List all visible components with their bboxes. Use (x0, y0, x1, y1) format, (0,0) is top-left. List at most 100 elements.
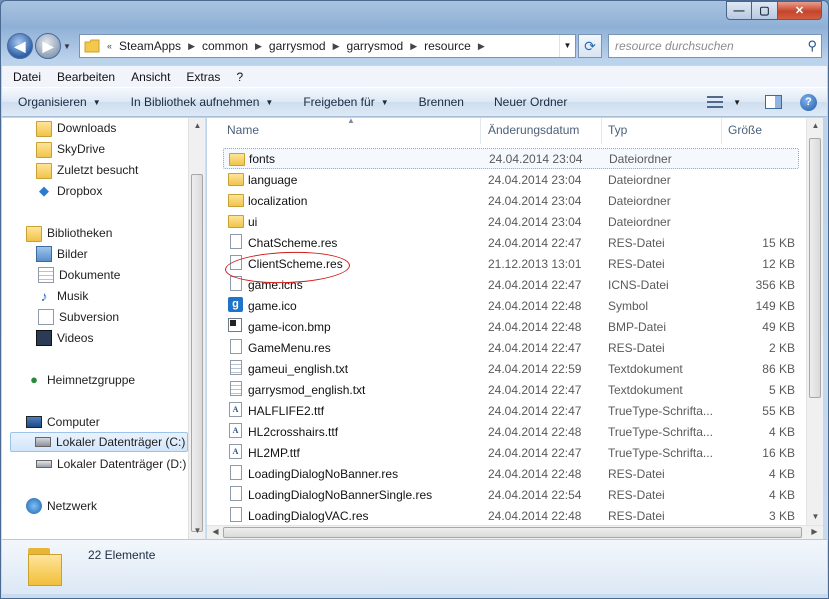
search-input[interactable]: resource durchsuchen ⚲ (608, 34, 822, 58)
menu-ansicht[interactable]: Ansicht (123, 70, 178, 84)
preview-pane-icon[interactable] (765, 95, 782, 109)
organize-button[interactable]: Organisieren ▼ (18, 95, 101, 109)
nav-recent[interactable]: Zuletzt besucht (36, 160, 138, 180)
computer-icon (26, 416, 42, 428)
file-row[interactable]: localization 24.04.2014 23:04 Dateiordner (223, 190, 799, 211)
breadcrumb-common[interactable]: common ▶ (202, 39, 269, 53)
breadcrumb-garrysmod[interactable]: garrysmod ▶ (269, 39, 347, 53)
nav-computer[interactable]: Computer (26, 412, 100, 432)
nav-homegroup[interactable]: ● Heimnetzgruppe (26, 370, 135, 390)
back-button[interactable]: ◀ (7, 33, 33, 59)
forward-button[interactable]: ▶ (35, 33, 61, 59)
scroll-down-icon[interactable]: ▼ (807, 509, 824, 525)
breadcrumb-resource[interactable]: resource ▶ (424, 39, 492, 53)
menu-extras[interactable]: Extras (178, 70, 228, 84)
nav-drive-c[interactable]: Lokaler Datenträger (C:) (10, 432, 188, 452)
maximize-button[interactable]: ▢ (752, 1, 778, 20)
menu-datei[interactable]: Datei (5, 70, 49, 84)
column-type[interactable]: Typ (608, 123, 627, 137)
nav-documents[interactable]: Dokumente (36, 265, 120, 285)
column-date[interactable]: Änderungsdatum (488, 123, 579, 137)
navigation-pane: Downloads SkyDrive Zuletzt besucht ◆ Drop… (2, 118, 206, 539)
downloads-folder-icon (36, 121, 52, 137)
recent-pages-dropdown[interactable]: ▼ (63, 42, 75, 51)
file-row[interactable]: ChatScheme.res 24.04.2014 22:47 RES-Datei 1… (223, 232, 799, 253)
search-icon[interactable]: ⚲ (807, 38, 817, 54)
nav-drive-d[interactable]: Lokaler Datenträger (D:) (36, 454, 186, 474)
file-row[interactable]: fonts 24.04.2014 23:04 Dateiordner (223, 148, 799, 169)
document-icon (228, 339, 244, 355)
file-row[interactable]: A HL2crosshairs.ttf 24.04.2014 22:48 TrueTy… (223, 421, 799, 442)
share-button[interactable]: Freigeben für ▼ (303, 95, 388, 109)
scroll-right-icon[interactable]: ▶ (806, 525, 823, 539)
file-row[interactable]: LoadingDialogNoBannerSingle.res 24.04.201… (223, 484, 799, 505)
burn-button[interactable]: Brennen (419, 95, 464, 109)
view-options-icon[interactable] (707, 96, 724, 108)
file-row[interactable]: A HALFLIFE2.ttf 24.04.2014 22:47 TrueType-S… (223, 400, 799, 421)
column-name[interactable]: Name (227, 123, 259, 137)
file-size: 16 KB (762, 445, 795, 460)
file-row[interactable]: gameui_english.txt 24.04.2014 22:59 Textdo… (223, 358, 799, 379)
view-dropdown-icon[interactable]: ▼ (733, 98, 741, 107)
scroll-thumb[interactable] (809, 138, 821, 398)
nav-downloads[interactable]: Downloads (36, 118, 116, 138)
gmod-icon: g (228, 297, 244, 313)
nav-subversion[interactable]: Subversion (36, 307, 119, 327)
file-row[interactable]: g game.ico 24.04.2014 22:48 Symbol 149 KB (223, 295, 799, 316)
file-row[interactable]: ClientScheme.res 21.12.2013 13:01 RES-Date… (223, 253, 799, 274)
file-date: 24.04.2014 22:48 (488, 298, 582, 313)
help-icon[interactable]: ? (800, 93, 817, 111)
file-name: LoadingDialogVAC.res (248, 508, 369, 523)
new-folder-button[interactable]: Neuer Ordner (494, 95, 567, 109)
nav-pictures[interactable]: Bilder (36, 244, 88, 264)
nav-skydrive[interactable]: SkyDrive (36, 139, 105, 159)
file-name: HL2crosshairs.ttf (248, 424, 339, 439)
file-size: 356 KB (755, 277, 795, 292)
file-row[interactable]: ui 24.04.2014 23:04 Dateiordner (223, 211, 799, 232)
scroll-left-icon[interactable]: ◀ (207, 525, 224, 539)
column-size[interactable]: Größe (728, 123, 762, 137)
file-row[interactable]: LoadingDialogNoBanner.res 24.04.2014 22:4… (223, 463, 799, 484)
horizontal-scrollbar[interactable]: ◀ ▶ (207, 525, 823, 539)
scroll-up-icon[interactable]: ▲ (189, 118, 206, 134)
pictures-icon (36, 246, 52, 262)
file-row[interactable]: language 24.04.2014 23:04 Dateiordner (223, 169, 799, 190)
close-button[interactable]: ✕ (778, 1, 822, 20)
nav-network[interactable]: Netzwerk (26, 496, 97, 516)
address-bar[interactable]: « SteamApps ▶ common ▶ garrysmod ▶ garrysmo… (79, 34, 576, 58)
scroll-down-icon[interactable]: ▼ (189, 523, 206, 539)
refresh-button[interactable]: ⟳ (578, 34, 602, 58)
nav-dropbox[interactable]: ◆ Dropbox (36, 181, 102, 201)
breadcrumb-garrysmod-inner[interactable]: garrysmod ▶ (347, 39, 425, 53)
file-date: 24.04.2014 22:59 (488, 361, 582, 376)
file-row[interactable]: garrysmod_english.txt 24.04.2014 22:47 Tex… (223, 379, 799, 400)
scroll-thumb[interactable] (223, 527, 802, 538)
file-date: 24.04.2014 22:48 (488, 508, 582, 523)
folder-icon (228, 192, 244, 208)
homegroup-icon: ● (30, 372, 38, 387)
address-dropdown-icon[interactable]: ▼ (559, 35, 575, 57)
nav-videos[interactable]: Videos (36, 328, 93, 348)
file-size: 5 KB (768, 382, 795, 397)
file-row[interactable]: game.icns 24.04.2014 22:47 ICNS-Datei 356 K… (223, 274, 799, 295)
nav-libraries[interactable]: Bibliotheken (26, 223, 112, 243)
file-row[interactable]: LoadingDialogVAC.res 24.04.2014 22:48 RES-… (223, 505, 799, 525)
document-icon (228, 255, 244, 271)
file-date: 21.12.2013 13:01 (488, 256, 582, 271)
menu-bearbeiten[interactable]: Bearbeiten (49, 70, 123, 84)
minimize-button[interactable]: — (726, 1, 752, 20)
nav-music[interactable]: ♪ Musik (36, 286, 89, 306)
menu-help[interactable]: ? (228, 70, 251, 84)
document-icon (228, 234, 244, 250)
breadcrumb-steamapps[interactable]: SteamApps ▶ (119, 39, 202, 53)
file-row[interactable]: game-icon.bmp 24.04.2014 22:48 BMP-Datei 49… (223, 316, 799, 337)
file-list-scrollbar[interactable]: ▲ ▼ (806, 118, 823, 525)
add-to-library-button[interactable]: In Bibliothek aufnehmen ▼ (131, 95, 274, 109)
breadcrumb-prefix[interactable]: « (100, 41, 119, 51)
scroll-thumb[interactable] (191, 174, 203, 532)
scroll-up-icon[interactable]: ▲ (807, 118, 824, 134)
file-row[interactable]: A HL2MP.ttf 24.04.2014 22:47 TrueType-Schri… (223, 442, 799, 463)
file-date: 24.04.2014 22:47 (488, 403, 582, 418)
navigation-scrollbar[interactable]: ▲ ▼ (188, 118, 205, 539)
file-row[interactable]: GameMenu.res 24.04.2014 22:47 RES-Datei 2 K… (223, 337, 799, 358)
